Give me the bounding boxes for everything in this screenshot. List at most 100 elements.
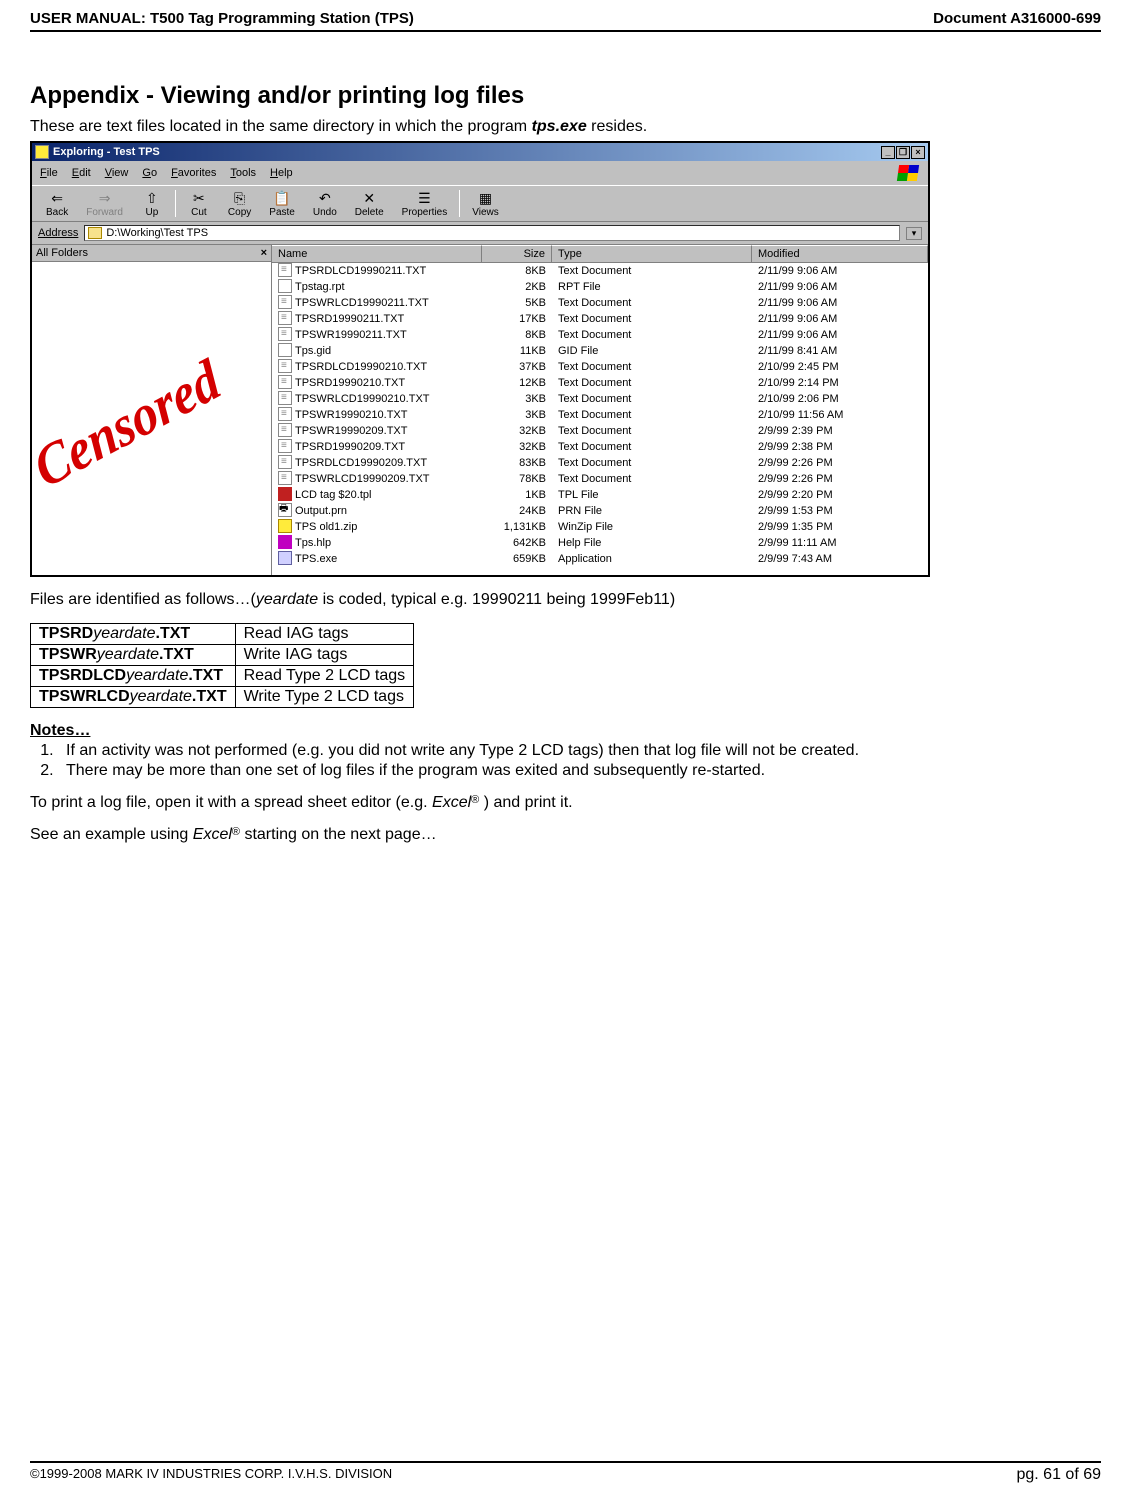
file-row[interactable]: TPSRDLCD19990210.TXT37KBText Document2/1… — [272, 359, 928, 375]
file-row[interactable]: TPSWR19990211.TXT8KBText Document2/11/99… — [272, 327, 928, 343]
file-row[interactable]: TPSWR19990210.TXT3KBText Document2/10/99… — [272, 407, 928, 423]
file-name: TPSRD19990209.TXT — [295, 441, 405, 453]
header-right: Document A316000-699 — [933, 10, 1101, 27]
file-type: Text Document — [552, 471, 752, 487]
col-name[interactable]: Name — [272, 245, 482, 262]
toolbar-cut-button[interactable]: ✂Cut — [180, 188, 218, 219]
file-hlp-icon — [278, 535, 292, 549]
file-type: Text Document — [552, 295, 752, 311]
file-row[interactable]: TPSRD19990211.TXT17KBText Document2/11/9… — [272, 311, 928, 327]
toolbar-up-button[interactable]: ⇧Up — [133, 188, 171, 219]
file-size: 17KB — [482, 311, 552, 327]
file-name: TPSRDLCD19990210.TXT — [295, 361, 427, 373]
forward-icon: ⇒ — [95, 189, 115, 207]
menu-favorites[interactable]: Favorites — [171, 167, 216, 179]
toolbar-undo-button[interactable]: ↶Undo — [305, 188, 345, 219]
address-dropdown-icon[interactable]: ▾ — [906, 227, 922, 240]
menu-file[interactable]: File — [40, 167, 58, 179]
file-name: TPSWRLCD19990211.TXT — [295, 297, 429, 309]
file-row[interactable]: TPS.exe659KBApplication2/9/99 7:43 AM — [272, 551, 928, 567]
file-modified: 2/9/99 2:39 PM — [752, 423, 928, 439]
filename-description: Read Type 2 LCD tags — [235, 666, 414, 687]
file-size: 32KB — [482, 439, 552, 455]
file-row[interactable]: Tps.hlp642KBHelp File2/9/99 11:11 AM — [272, 535, 928, 551]
menu-view[interactable]: View — [105, 167, 129, 179]
file-size: 642KB — [482, 535, 552, 551]
file-txt-icon — [278, 311, 292, 325]
file-row[interactable]: Tps.gid11KBGID File2/11/99 8:41 AM — [272, 343, 928, 359]
file-size: 3KB — [482, 407, 552, 423]
file-modified: 2/10/99 2:14 PM — [752, 375, 928, 391]
window-minimize-button[interactable]: _ — [881, 146, 895, 159]
file-row[interactable]: Output.prn24KBPRN File2/9/99 1:53 PM — [272, 503, 928, 519]
menu-go[interactable]: Go — [142, 167, 157, 179]
col-type[interactable]: Type — [552, 245, 752, 262]
file-type: Text Document — [552, 327, 752, 343]
toolbar-views-button[interactable]: ▦Views — [464, 188, 507, 219]
toolbar-label: Forward — [86, 207, 123, 218]
file-row[interactable]: TPSWRLCD19990210.TXT3KBText Document2/10… — [272, 391, 928, 407]
address-value: D:\Working\Test TPS — [106, 227, 208, 239]
file-modified: 2/9/99 7:43 AM — [752, 551, 928, 567]
file-row[interactable]: Tpstag.rpt2KBRPT File2/11/99 9:06 AM — [272, 279, 928, 295]
file-row[interactable]: TPSRDLCD19990209.TXT83KBText Document2/9… — [272, 455, 928, 471]
up-icon: ⇧ — [142, 189, 162, 207]
folders-pane-title: All Folders — [36, 247, 88, 259]
menu-edit[interactable]: Edit — [72, 167, 91, 179]
file-name: Output.prn — [295, 505, 347, 517]
intro-text: These are text files located in the same… — [30, 118, 1101, 136]
menu-tools[interactable]: Tools — [230, 167, 256, 179]
file-modified: 2/10/99 11:56 AM — [752, 407, 928, 423]
toolbar-forward-button[interactable]: ⇒Forward — [78, 188, 131, 219]
toolbar-label: Paste — [269, 207, 295, 218]
footer-right: pg. 61 of 69 — [1016, 1466, 1101, 1484]
col-size[interactable]: Size — [482, 245, 552, 262]
toolbar-properties-button[interactable]: ☰Properties — [394, 188, 456, 219]
window-close-button[interactable]: × — [911, 146, 925, 159]
file-row[interactable]: TPS old1.zip1,131KBWinZip File2/9/99 1:3… — [272, 519, 928, 535]
file-row[interactable]: TPSRD19990209.TXT32KBText Document2/9/99… — [272, 439, 928, 455]
file-row[interactable]: TPSWR19990209.TXT32KBText Document2/9/99… — [272, 423, 928, 439]
file-row[interactable]: LCD tag $20.tpl1KBTPL File2/9/99 2:20 PM — [272, 487, 928, 503]
file-row[interactable]: TPSRD19990210.TXT12KBText Document2/10/9… — [272, 375, 928, 391]
filename-pattern: TPSWRyeardate.TXT — [31, 645, 236, 666]
file-row[interactable]: TPSRDLCD19990211.TXT8KBText Document2/11… — [272, 263, 928, 279]
toolbar-back-button[interactable]: ⇐Back — [38, 188, 76, 219]
toolbar-paste-button[interactable]: 📋Paste — [261, 188, 303, 219]
file-name: TPSRDLCD19990209.TXT — [295, 457, 427, 469]
print-instruction: To print a log file, open it with a spre… — [30, 794, 1101, 812]
address-field[interactable]: D:\Working\Test TPS — [84, 225, 900, 241]
file-size: 3KB — [482, 391, 552, 407]
file-txt-icon — [278, 455, 292, 469]
file-row[interactable]: TPSWRLCD19990211.TXT5KBText Document2/11… — [272, 295, 928, 311]
file-modified: 2/11/99 8:41 AM — [752, 343, 928, 359]
table-row: TPSWRyeardate.TXTWrite IAG tags — [31, 645, 414, 666]
appendix-title: Appendix - Viewing and/or printing log f… — [30, 82, 1101, 110]
filename-pattern: TPSWRLCDyeardate.TXT — [31, 687, 236, 708]
filename-description: Write IAG tags — [235, 645, 414, 666]
folders-pane-close-icon[interactable]: × — [261, 247, 267, 259]
file-zip-icon — [278, 519, 292, 533]
toolbar-label: Delete — [355, 207, 384, 218]
file-modified: 2/9/99 1:35 PM — [752, 519, 928, 535]
file-modified: 2/9/99 1:53 PM — [752, 503, 928, 519]
col-modified[interactable]: Modified — [752, 245, 928, 262]
files-identify-text: Files are identified as follows…(yeardat… — [30, 591, 1101, 609]
file-txt-icon — [278, 263, 292, 277]
file-size: 5KB — [482, 295, 552, 311]
file-txt-icon — [278, 391, 292, 405]
toolbar-delete-button[interactable]: ✕Delete — [347, 188, 392, 219]
file-row[interactable]: TPSWRLCD19990209.TXT78KBText Document2/9… — [272, 471, 928, 487]
column-headers: Name Size Type Modified — [272, 245, 928, 263]
notes-heading: Notes… — [30, 722, 1101, 740]
file-txt-icon — [278, 359, 292, 373]
file-list-pane: Name Size Type Modified TPSRDLCD19990211… — [272, 245, 928, 575]
window-maximize-button[interactable]: ❐ — [896, 146, 910, 159]
note-item: If an activity was not performed (e.g. y… — [58, 742, 1101, 760]
file-size: 659KB — [482, 551, 552, 567]
menu-help[interactable]: Help — [270, 167, 293, 179]
toolbar-copy-button[interactable]: ⎘Copy — [220, 188, 259, 219]
windows-logo-icon — [896, 163, 920, 183]
file-modified: 2/9/99 2:26 PM — [752, 455, 928, 471]
page-footer: ©1999-2008 MARK IV INDUSTRIES CORP. I.V.… — [30, 1461, 1101, 1484]
